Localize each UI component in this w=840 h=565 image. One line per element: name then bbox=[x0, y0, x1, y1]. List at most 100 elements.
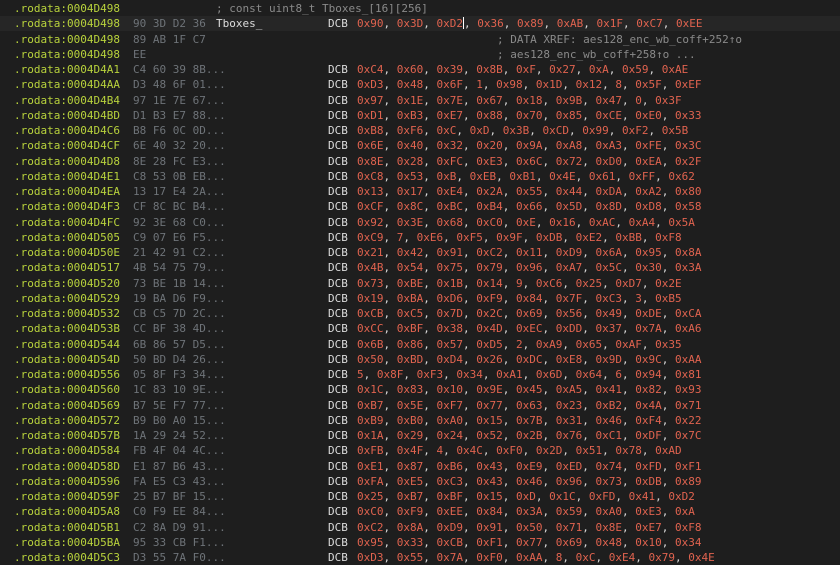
operand-value[interactable]: 0x56 bbox=[556, 307, 583, 320]
operand-value[interactable]: 0x85 bbox=[556, 109, 583, 122]
operand-value[interactable]: 0x5E bbox=[397, 399, 424, 412]
row-address[interactable]: .rodata:0004D560 bbox=[14, 382, 120, 397]
row-operands[interactable]: 0xD1, 0xB3, 0xE7, 0x88, 0x70, 0x85, 0xCE… bbox=[357, 108, 702, 123]
row-operands[interactable]: 0xC4, 0x60, 0x39, 0x8B, 0xF, 0x27, 0xA, … bbox=[357, 62, 688, 77]
operand-value[interactable]: 0x63 bbox=[516, 399, 543, 412]
operand-value[interactable]: 0x53 bbox=[397, 170, 424, 183]
operand-value[interactable]: 0xE1 bbox=[357, 460, 384, 473]
operand-value[interactable]: 0x77 bbox=[516, 536, 543, 549]
operand-value[interactable]: 0x26 bbox=[476, 353, 503, 366]
operand-value[interactable]: 0xF2 bbox=[622, 124, 649, 137]
operand-value[interactable]: 0x7E bbox=[437, 94, 464, 107]
operand-value[interactable]: 0xD7 bbox=[615, 277, 642, 290]
operand-value[interactable]: 0x1A bbox=[357, 429, 384, 442]
listing-row[interactable]: .rodata:0004D4EA 13 17 E4 2A... DCB 0x13, 0… bbox=[0, 184, 840, 199]
operand-value[interactable]: 0x24 bbox=[437, 429, 464, 442]
listing-row[interactable]: .rodata:0004D4AA D3 48 6F 01... DCB 0xD3, 0… bbox=[0, 77, 840, 92]
operand-value[interactable]: 0x78 bbox=[615, 444, 642, 457]
listing-row[interactable]: .rodata:0004D58D E1 87 B6 43... DCB 0xE1, 0… bbox=[0, 459, 840, 474]
operand-value[interactable]: 0xC3 bbox=[437, 475, 464, 488]
row-operands[interactable]: 0x8E, 0x28, 0xFC, 0xE3, 0x6C, 0x72, 0xD0… bbox=[357, 154, 702, 169]
row-address[interactable]: .rodata:0004D572 bbox=[14, 413, 120, 428]
operand-value[interactable]: 0x69 bbox=[556, 536, 583, 549]
operand-value[interactable]: 0xF1 bbox=[476, 536, 503, 549]
operand-value[interactable]: 0x66 bbox=[516, 200, 543, 213]
operand-value[interactable]: 0xD bbox=[470, 124, 490, 137]
operand-value[interactable]: 0 bbox=[635, 94, 642, 107]
row-operands[interactable]: 0xCF, 0x8C, 0xBC, 0xB4, 0x66, 0x5D, 0x8D… bbox=[357, 199, 702, 214]
operand-value[interactable]: 0xBB bbox=[615, 231, 642, 244]
row-address[interactable]: .rodata:0004D569 bbox=[14, 398, 120, 413]
operand-value[interactable]: 0x38 bbox=[437, 322, 464, 335]
row-operands[interactable]: 0x13, 0x17, 0xE4, 0x2A, 0x55, 0x44, 0xDA… bbox=[357, 184, 702, 199]
operand-value[interactable]: 0xE3 bbox=[476, 155, 503, 168]
operand-value[interactable]: 0xEA bbox=[635, 155, 662, 168]
operand-value[interactable]: 0x87 bbox=[397, 460, 424, 473]
operand-value[interactable]: 0xF4 bbox=[635, 414, 662, 427]
operand-value[interactable]: 0x5D bbox=[556, 200, 583, 213]
listing-row[interactable]: .rodata:0004D498 90 3D D2 36 Tboxes_ DCB 0x9… bbox=[0, 16, 840, 32]
operand-value[interactable]: 0xBC bbox=[437, 200, 464, 213]
listing-row[interactable]: .rodata:0004D498 ; const uint8_t Tboxes_[… bbox=[0, 1, 840, 16]
row-operands[interactable]: 0x25, 0xB7, 0xBF, 0x15, 0xD, 0x1C, 0xFD,… bbox=[357, 489, 695, 504]
operand-value[interactable]: 0xA6 bbox=[675, 322, 702, 335]
operand-value[interactable]: 0x28 bbox=[397, 155, 424, 168]
operand-value[interactable]: 0x6C bbox=[516, 155, 543, 168]
operand-value[interactable]: 0x9D bbox=[596, 353, 623, 366]
operand-value[interactable]: 0x6A bbox=[596, 246, 623, 259]
row-operands[interactable]: 0x6B, 0x86, 0x57, 0xD5, 2, 0xA9, 0x65, 0… bbox=[357, 337, 682, 352]
listing-row[interactable]: .rodata:0004D505 C9 07 E6 F5... DCB 0xC9, 7… bbox=[0, 230, 840, 245]
listing-row[interactable]: .rodata:0004D498 89 AB 1F C7 ; DATA XREF: … bbox=[0, 32, 840, 47]
operand-value[interactable]: 0x2A bbox=[476, 185, 503, 198]
row-address[interactable]: .rodata:0004D59F bbox=[14, 489, 120, 504]
operand-value[interactable]: 0xCB bbox=[357, 307, 384, 320]
operand-value[interactable]: 0xEC bbox=[516, 322, 543, 335]
operand-value[interactable]: 0xC0 bbox=[357, 505, 384, 518]
operand-value[interactable]: 0xDA bbox=[596, 185, 623, 198]
operand-value[interactable]: 0x46 bbox=[596, 414, 623, 427]
operand-value[interactable]: 0x91 bbox=[437, 246, 464, 259]
listing-row[interactable]: .rodata:0004D4CF 6E 40 32 20... DCB 0x6E, 0… bbox=[0, 138, 840, 153]
operand-value[interactable]: 0xE bbox=[516, 216, 536, 229]
operand-value[interactable]: 0x51 bbox=[576, 444, 603, 457]
row-operands[interactable]: 0x90, 0x3D, 0xD2, 0x36, 0x89, 0xAB, 0x1F… bbox=[357, 16, 703, 31]
operand-value[interactable]: 0xDE bbox=[635, 307, 662, 320]
operand-value[interactable]: 0x43 bbox=[476, 460, 503, 473]
operand-value[interactable]: 0xDC bbox=[516, 353, 543, 366]
row-address[interactable]: .rodata:0004D58D bbox=[14, 459, 120, 474]
operand-value[interactable]: 0x68 bbox=[437, 216, 464, 229]
row-address[interactable]: .rodata:0004D498 bbox=[14, 47, 120, 62]
row-address[interactable]: .rodata:0004D4F3 bbox=[14, 199, 120, 214]
operand-value[interactable]: 0x6F bbox=[437, 78, 464, 91]
operand-value[interactable]: 0x37 bbox=[596, 322, 623, 335]
operand-value[interactable]: 0x15 bbox=[476, 414, 503, 427]
operand-value[interactable]: 0x69 bbox=[516, 307, 543, 320]
operand-value[interactable]: 0xFD bbox=[635, 460, 662, 473]
operand-value[interactable]: 0xFC bbox=[437, 155, 464, 168]
operand-value[interactable]: 0xD bbox=[516, 490, 536, 503]
operand-value[interactable]: 0x8D bbox=[596, 200, 623, 213]
operand-value[interactable]: 0x96 bbox=[516, 261, 543, 274]
listing-row[interactable]: .rodata:0004D560 1C 83 10 9E... DCB 0x1C, 0… bbox=[0, 382, 840, 397]
operand-value[interactable]: 0xE5 bbox=[397, 475, 424, 488]
operand-value[interactable]: 0x82 bbox=[635, 383, 662, 396]
row-address[interactable]: .rodata:0004D4D8 bbox=[14, 154, 120, 169]
operand-value[interactable]: 0xAB bbox=[557, 17, 584, 30]
operand-value[interactable]: 0x10 bbox=[635, 536, 662, 549]
operand-value[interactable]: 0x89 bbox=[517, 17, 544, 30]
operand-value[interactable]: 0x6E bbox=[357, 139, 384, 152]
operand-value[interactable]: 0x1F bbox=[597, 17, 624, 30]
operand-value[interactable]: 0x60 bbox=[397, 63, 424, 76]
operand-value[interactable]: 0xDB bbox=[635, 475, 662, 488]
row-address[interactable]: .rodata:0004D54D bbox=[14, 352, 120, 367]
operand-value[interactable]: 0xA7 bbox=[556, 261, 583, 274]
operand-value[interactable]: 0xBA bbox=[397, 292, 424, 305]
row-operands[interactable]: 0xFB, 0x4F, 4, 0x4C, 0xF0, 0x2D, 0x51, 0… bbox=[357, 443, 682, 458]
operand-value[interactable]: 0x27 bbox=[549, 63, 576, 76]
operand-value[interactable]: 0xC3 bbox=[596, 292, 623, 305]
operand-value[interactable]: 0x75 bbox=[437, 261, 464, 274]
row-address[interactable]: .rodata:0004D517 bbox=[14, 260, 120, 275]
operand-value[interactable]: 0x4D bbox=[476, 322, 503, 335]
operand-value[interactable]: 0xAF bbox=[615, 338, 642, 351]
operand-value[interactable]: 0x77 bbox=[476, 399, 503, 412]
